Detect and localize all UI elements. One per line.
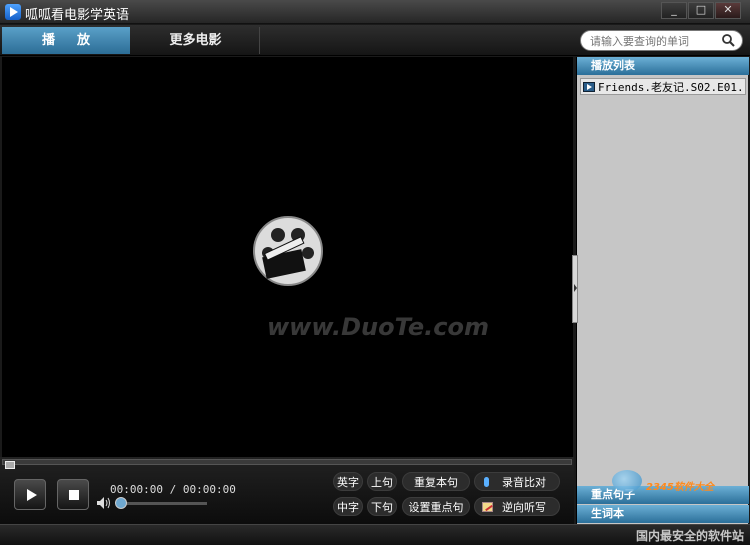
film-reel-logo-icon	[253, 216, 323, 286]
prev-sentence-label: 上句	[371, 476, 393, 489]
stop-icon	[69, 490, 79, 500]
close-button[interactable]: ✕	[715, 2, 741, 19]
prev-sentence-button[interactable]: 上句	[367, 472, 397, 491]
stop-button[interactable]	[57, 479, 89, 510]
control-bar: 00:00:00 / 00:00:00 英字 上句 重复本句 录音比对 中字 下…	[0, 457, 574, 524]
next-sentence-label: 下句	[371, 501, 393, 514]
microphone-icon	[484, 477, 489, 487]
chinese-subtitle-label: 中字	[337, 501, 359, 514]
volume-slider[interactable]	[119, 502, 207, 505]
english-subtitle-label: 英字	[337, 476, 359, 489]
volume-thumb[interactable]	[115, 497, 127, 509]
next-sentence-button[interactable]: 下句	[367, 497, 397, 516]
app-icon	[5, 4, 21, 20]
brand-logo-icon	[612, 470, 642, 492]
playlist-item-label: Friends.老友记.S02.E01...	[598, 81, 746, 94]
site-watermark: 国内最安全的软件站	[635, 529, 744, 543]
set-key-sentence-label: 设置重点句	[408, 501, 464, 514]
repeat-sentence-button[interactable]: 重复本句	[402, 472, 470, 491]
window-title: 呱呱看电影学英语	[25, 8, 130, 23]
tab-play[interactable]: 播放	[2, 27, 130, 54]
title-bar: 呱呱看电影学英语 _ □ ✕	[0, 0, 750, 24]
record-compare-button[interactable]: 录音比对	[474, 472, 560, 491]
play-icon	[27, 489, 37, 501]
english-subtitle-button[interactable]: 英字	[333, 472, 363, 491]
time-display: 00:00:00 / 00:00:00	[110, 483, 236, 496]
right-panel: 播放列表 Friends.老友记.S02.E01... 重点句子 生词本	[576, 57, 749, 524]
status-bar: 国内最安全的软件站	[0, 524, 750, 545]
play-button[interactable]	[14, 479, 46, 510]
search-box	[580, 30, 743, 51]
search-icon[interactable]	[722, 34, 735, 47]
record-compare-label: 录音比对	[502, 476, 546, 489]
watermark-text: www.DuoTe.com	[267, 313, 489, 341]
maximize-button[interactable]: □	[688, 2, 714, 19]
progress-thumb[interactable]	[5, 461, 15, 469]
tab-more-movies[interactable]: 更多电影	[132, 27, 260, 54]
reverse-dictation-label: 逆向听写	[502, 501, 546, 514]
volume-icon[interactable]	[97, 497, 111, 509]
set-key-sentence-button[interactable]: 设置重点句	[402, 497, 470, 516]
brand-text: 2345软件大全	[646, 482, 714, 493]
playlist-item[interactable]: Friends.老友记.S02.E01...	[580, 78, 746, 95]
reverse-dictation-button[interactable]: 逆向听写	[474, 497, 560, 516]
search-input[interactable]	[590, 33, 720, 49]
minimize-button[interactable]: _	[661, 2, 687, 19]
repeat-sentence-label: 重复本句	[414, 476, 458, 489]
tab-bar: 播放 更多电影	[0, 25, 750, 56]
playlist-header[interactable]: 播放列表	[577, 57, 749, 75]
video-file-icon	[583, 82, 595, 92]
progress-bar[interactable]	[2, 459, 572, 469]
panel-collapse-handle[interactable]	[572, 255, 578, 323]
notepad-icon	[482, 502, 493, 512]
video-area[interactable]: www.DuoTe.com	[2, 57, 573, 457]
vocabulary-header[interactable]: 生词本	[577, 505, 749, 523]
chinese-subtitle-button[interactable]: 中字	[333, 497, 363, 516]
